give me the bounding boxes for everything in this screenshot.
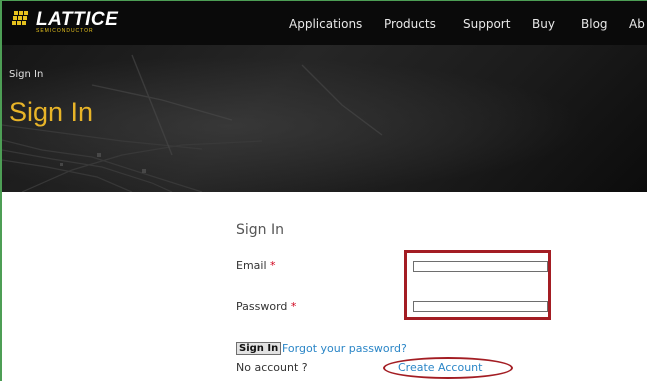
page-title: Sign In: [9, 97, 94, 127]
top-navbar: LATTICE SEMICONDUCTOR Applications Produ…: [2, 1, 647, 45]
nav-item-about[interactable]: Ab: [629, 17, 645, 31]
nav-item-blog[interactable]: Blog: [581, 17, 608, 31]
nav-item-applications[interactable]: Applications: [289, 17, 362, 31]
forgot-password-link[interactable]: Forgot your password?: [282, 342, 407, 355]
signin-form-title: Sign In: [236, 222, 284, 238]
signin-button[interactable]: Sign In: [236, 342, 282, 355]
email-field[interactable]: [413, 261, 548, 272]
page-banner: Sign In Sign In: [2, 45, 647, 192]
required-marker: *: [290, 300, 297, 313]
required-marker: *: [270, 259, 276, 272]
email-label-text: Email: [236, 259, 267, 272]
password-label: Password *: [236, 300, 296, 313]
password-label-text: Password: [236, 300, 288, 313]
email-label: Email *: [236, 259, 276, 272]
circuit-board-background: [2, 54, 383, 192]
nav-menu: Applications Products Support Buy Blog A…: [2, 17, 647, 31]
nav-item-products[interactable]: Products: [384, 17, 436, 31]
nav-item-buy[interactable]: Buy: [532, 17, 555, 31]
no-account-text: No account ?: [236, 361, 308, 374]
nav-item-support[interactable]: Support: [463, 17, 510, 31]
create-account-link[interactable]: Create Account: [398, 361, 482, 374]
password-field[interactable]: [413, 301, 548, 312]
breadcrumb[interactable]: Sign In: [9, 69, 43, 81]
